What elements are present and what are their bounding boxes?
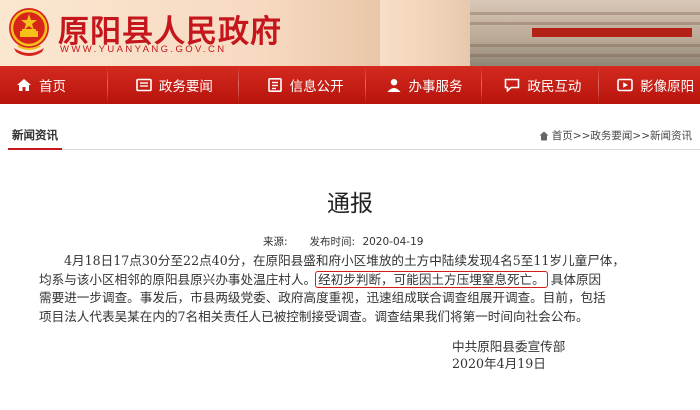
breadcrumb-link-home[interactable]: 首页 [552,128,573,143]
breadcrumb-current[interactable]: >>新闻资讯 [632,128,692,143]
nav-item-home[interactable]: 首页 [0,66,107,104]
section-tab-news[interactable]: 新闻资讯 [8,124,62,150]
breadcrumb: 首页 >>政务要闻 >>新闻资讯 [539,128,692,143]
signature-date: 2020年4月19日 [452,356,546,371]
nav-item-label: 首页 [39,79,66,95]
nav-item-media[interactable]: 影像原阳 [599,66,700,104]
article-title: 通报 [327,191,373,217]
article-body: 4月18日17点30分至22点40分，在原阳县盛和府小区堆放的土方中陆续发现4名… [39,252,625,326]
header-banner: 原阳县人民政府 WWW.YUANYANG.GOV.CN [0,0,700,66]
nav-item-interaction[interactable]: 政民互动 [482,66,598,104]
nav-item-label: 政民互动 [527,79,582,95]
highlighted-text: 经初步判断，可能因土方压埋窒息死亡。 [315,270,548,288]
site-url: WWW.YUANYANG.GOV.CN [60,44,227,55]
film-icon [617,78,633,92]
person-icon [387,79,400,92]
publish-date-label: 发布时间: [309,236,356,248]
source-label: 来源: [263,236,288,248]
chat-icon [505,78,520,92]
nav-item-news[interactable]: 政务要闻 [108,66,238,104]
news-icon [136,78,152,92]
main-nav: 首页 政务要闻 信息公开 办事服务 政民互动 影像原阳 [0,66,700,104]
home-icon [17,79,31,91]
nav-item-info[interactable]: 信息公开 [239,66,365,104]
document-icon [267,78,282,92]
article-text: 具体原因 [550,271,602,287]
breadcrumb-link-news[interactable]: >>政务要闻 [573,128,633,143]
banner-slogan-sign [532,28,692,37]
nav-item-label: 影像原阳 [640,79,695,95]
section-header: 新闻资讯 首页 >>政务要闻 >>新闻资讯 [8,124,700,150]
nav-item-label: 政务要闻 [158,79,213,95]
nav-item-services[interactable]: 办事服务 [366,66,482,104]
article-paragraph-line: 需要进一步调查。事发后，市县两级党委、政府高度重视，迅速组成联合调查组展开调查。… [39,290,606,305]
article-text: 均系与该小区相邻的原阳县原兴办事处温庄村人。 [39,271,317,287]
nav-item-label: 信息公开 [289,79,344,95]
publish-date-value: 2020-04-19 [362,236,424,248]
nav-item-label: 办事服务 [408,79,463,95]
national-emblem-icon [9,8,49,56]
article-paragraph-line: 4月18日17点30分至22点40分，在原阳县盛和府小区堆放的土方中陆续发现4名… [64,253,625,268]
article-paragraph-line: 项目法人代表吴某在内的7名相关责任人已被控制接受调查。调查结果我们将第一时间向社… [39,308,589,324]
breadcrumb-home-icon [539,131,549,140]
article-paragraph-line: 均系与该小区相邻的原阳县原兴办事处温庄村人。 经初步判断，可能因土方压埋窒息死亡。… [39,270,624,290]
article-meta: 来源: 发布时间: 2020-04-19 [263,234,423,249]
